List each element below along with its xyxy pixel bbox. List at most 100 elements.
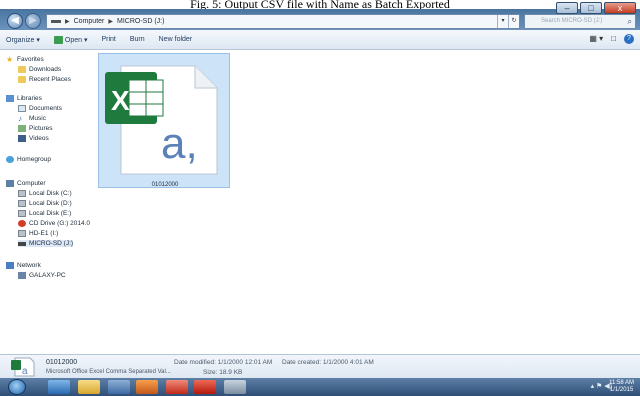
sidebar-item-local-d[interactable]: Local Disk (D:): [18, 200, 72, 207]
sidebar-item-homegroup[interactable]: Homegroup: [6, 156, 51, 163]
ie-taskbar-icon[interactable]: [48, 380, 70, 394]
sidebar-item-libraries[interactable]: Libraries: [6, 95, 42, 102]
address-dropdown-button[interactable]: ▾: [497, 15, 508, 28]
sidebar-item-label: HD-E1 (I:): [29, 230, 59, 237]
details-file-type: Microsoft Office Excel Comma Separated V…: [46, 369, 171, 375]
breadcrumb-separator: ▶: [108, 19, 113, 25]
sidebar-item-music[interactable]: ♪ Music: [18, 115, 46, 123]
file-item[interactable]: X a, 01012000: [98, 53, 230, 188]
clock-date: 1/1/2015: [609, 387, 634, 393]
sidebar-item-label: MICRO-SD (J:): [29, 240, 74, 247]
sidebar-item-hd-e1[interactable]: HD-E1 (I:): [18, 230, 58, 237]
search-input[interactable]: Search MICRO-SD (J:) ⌕: [524, 14, 636, 29]
breadcrumb-computer[interactable]: Computer: [74, 18, 105, 25]
sidebar-item-label: Computer: [17, 180, 46, 187]
sidebar-item-label: Libraries: [17, 95, 42, 102]
sidebar-item-favorites[interactable]: ★ Favorites: [6, 56, 44, 64]
sidebar-item-documents[interactable]: Documents: [18, 105, 62, 112]
sidebar-item-label: Videos: [29, 135, 49, 142]
start-button[interactable]: [8, 379, 26, 395]
sidebar-item-label: GALAXY-PC: [29, 272, 66, 279]
sidebar-item-computer[interactable]: Computer: [6, 180, 46, 187]
sidebar-item-micro-sd[interactable]: MICRO-SD (J:): [18, 240, 74, 247]
hard-disk-icon: [18, 210, 26, 217]
documents-icon: [18, 105, 26, 112]
sidebar-item-label: Favorites: [17, 56, 44, 63]
file-name: 01012000: [151, 182, 179, 188]
sidebar-item-label: Local Disk (C:): [29, 190, 72, 197]
network-icon: [6, 262, 14, 269]
address-actions: ▾ ↻: [497, 15, 519, 28]
figure-caption: Fig. 5: Output CSV file with Name as Bat…: [0, 0, 640, 9]
sidebar-item-downloads[interactable]: Downloads: [18, 66, 61, 73]
recent-places-icon: [18, 76, 26, 83]
preview-pane-button[interactable]: □: [611, 34, 616, 44]
cd-drive-icon: [18, 220, 26, 227]
pdf-reader-taskbar-icon[interactable]: [194, 380, 216, 394]
sidebar-item-galaxy-pc[interactable]: GALAXY-PC: [18, 272, 66, 279]
firefox-taskbar-icon[interactable]: [136, 380, 158, 394]
minimize-button[interactable]: –: [556, 2, 578, 14]
sidebar-item-label: Local Disk (D:): [29, 200, 72, 207]
open-button[interactable]: Open ▾: [53, 35, 88, 44]
burn-button[interactable]: Burn: [130, 36, 145, 43]
help-icon[interactable]: ?: [624, 34, 634, 44]
taskbar: ▴ ⚑ ◀) 11:58 AM 1/1/2015: [0, 378, 640, 396]
sidebar-item-label: Homegroup: [17, 156, 51, 163]
homegroup-icon: [6, 156, 14, 163]
sidebar-item-network[interactable]: Network: [6, 262, 41, 269]
sidebar-item-label: Local Disk (E:): [29, 210, 72, 217]
sidebar-item-label: Downloads: [29, 66, 62, 73]
view-controls: ▦ ▾ □ ?: [589, 34, 634, 44]
search-placeholder: Search MICRO-SD (J:): [541, 18, 603, 24]
new-folder-button[interactable]: New folder: [159, 36, 192, 43]
breadcrumb-micro-sd[interactable]: MICRO-SD (J:): [117, 18, 164, 25]
svg-text:a: a: [22, 366, 28, 377]
sidebar-item-videos[interactable]: Videos: [18, 135, 49, 142]
sidebar-item-pictures[interactable]: Pictures: [18, 125, 52, 132]
search-icon[interactable]: ⌕: [628, 15, 632, 28]
csv-file-icon: a: [11, 357, 35, 377]
svg-text:X: X: [111, 85, 130, 116]
computer-icon: [18, 272, 26, 279]
details-file-name: 01012000: [46, 359, 78, 366]
removable-disk-icon: [18, 230, 26, 237]
command-bar: Organize ▾ Open ▾ Print Burn New folder …: [0, 30, 640, 50]
media-player-taskbar-icon[interactable]: [108, 380, 130, 394]
explorer-taskbar-icon[interactable]: [78, 380, 100, 394]
address-bar[interactable]: ▶ Computer ▶ MICRO-SD (J:) ▾ ↻: [46, 14, 520, 29]
refresh-button[interactable]: ↻: [508, 15, 519, 28]
libraries-icon: [6, 95, 14, 102]
sidebar-item-label: Network: [17, 262, 41, 269]
sidebar-item-label: CD Drive (G:) 2014.0-: [29, 220, 93, 227]
details-size: Size: 18.9 KB: [203, 369, 243, 376]
maximize-button[interactable]: □: [580, 2, 602, 14]
downloads-folder-icon: [18, 66, 26, 73]
app-taskbar-icon[interactable]: [166, 380, 188, 394]
sd-card-icon: [18, 241, 26, 246]
excel-open-icon: [53, 35, 63, 44]
sidebar-item-label: Recent Places: [29, 76, 71, 83]
close-button[interactable]: x: [604, 2, 636, 14]
sidebar-item-local-e[interactable]: Local Disk (E:): [18, 210, 71, 217]
clock[interactable]: 11:58 AM 1/1/2015: [609, 380, 634, 394]
settings-taskbar-icon[interactable]: [224, 380, 246, 394]
sidebar-item-recent-places[interactable]: Recent Places: [18, 76, 71, 83]
open-label: Open ▾: [64, 36, 88, 44]
details-date-created: Date created: 1/1/2000 4:01 AM: [282, 359, 374, 366]
navigation-pane: ★ Favorites Downloads Recent Places Libra…: [0, 50, 92, 354]
drive-icon: [51, 20, 61, 23]
back-button[interactable]: ◀: [7, 13, 23, 29]
pictures-icon: [18, 125, 26, 132]
sidebar-item-local-c[interactable]: Local Disk (C:): [18, 190, 72, 197]
clock-time: 11:58 AM: [609, 380, 634, 386]
forward-button[interactable]: ▶: [25, 13, 41, 29]
sidebar-item-cd-drive[interactable]: CD Drive (G:) 2014.0-: [18, 220, 92, 227]
organize-button[interactable]: Organize ▾: [6, 36, 40, 44]
print-button[interactable]: Print: [101, 36, 115, 43]
sidebar-item-label: Pictures: [29, 125, 53, 132]
hard-disk-icon: [18, 200, 26, 207]
window-controls: – □ x: [556, 2, 636, 14]
breadcrumb-separator: ▶: [65, 19, 70, 25]
change-view-button[interactable]: ▦ ▾: [589, 34, 603, 44]
